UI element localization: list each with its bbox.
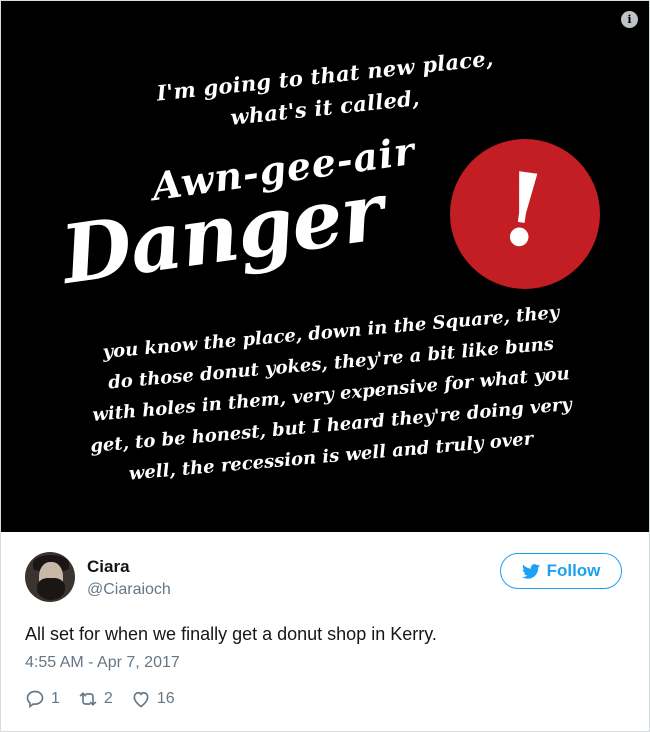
- info-icon[interactable]: i: [621, 11, 638, 28]
- image-paragraph: you know the place, down in the Square, …: [41, 302, 621, 485]
- twitter-bird-icon: [521, 563, 540, 579]
- like-count: 16: [156, 690, 175, 707]
- retweet-icon: [79, 692, 97, 706]
- like-action[interactable]: 16: [131, 689, 175, 709]
- tweet-image[interactable]: i I'm going to that new place, what's it…: [1, 1, 649, 532]
- follow-button[interactable]: Follow: [500, 553, 622, 589]
- image-headline-big: Danger: [56, 164, 389, 302]
- retweet-count: 2: [103, 690, 113, 707]
- avatar[interactable]: [25, 552, 75, 602]
- tweet-timestamp[interactable]: 4:55 AM - Apr 7, 2017: [25, 654, 180, 672]
- heart-icon: [133, 691, 149, 708]
- reply-action[interactable]: 1: [25, 689, 60, 709]
- retweet-action[interactable]: 2: [78, 689, 113, 709]
- user-name[interactable]: Ciara: [87, 557, 130, 577]
- avatar-beard: [37, 578, 65, 600]
- follow-label: Follow: [546, 561, 601, 580]
- tweet-text: All set for when we finally get a donut …: [25, 624, 437, 644]
- user-handle[interactable]: @Ciaraioch: [87, 581, 171, 599]
- tweet-actions: 1 2 16: [25, 687, 193, 711]
- reply-count: 1: [51, 690, 60, 707]
- tweet-body: Ciara @Ciaraioch Follow All set for when…: [1, 532, 649, 731]
- reply-icon: [26, 690, 44, 709]
- tweet-card: i I'm going to that new place, what's it…: [0, 0, 650, 732]
